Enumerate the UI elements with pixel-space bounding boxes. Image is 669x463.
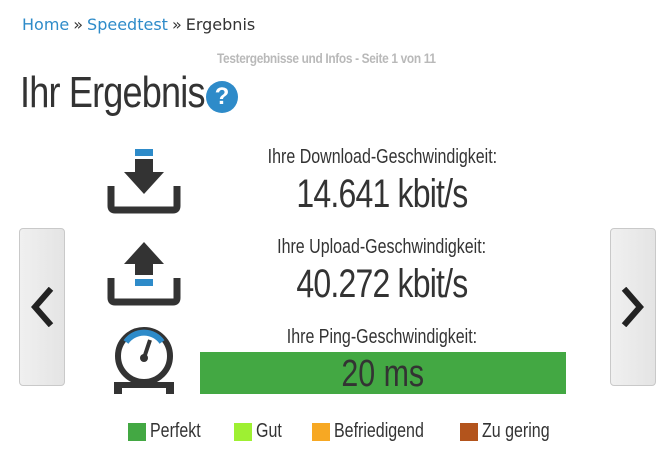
download-value: 14.641 kbit/s — [296, 172, 468, 216]
legend-item: Befriedigend — [312, 420, 454, 443]
ping-value: 20 ms — [341, 353, 425, 395]
legend-label: Perfekt — [150, 420, 201, 442]
upload-label: Ihre Upload-Geschwindigkeit: — [277, 236, 487, 258]
page: Home» Speedtest» Ergebnis Testergebnisse u… — [0, 0, 669, 463]
chevron-left-icon — [31, 287, 54, 327]
upload-icon — [104, 236, 184, 306]
legend-swatch — [312, 422, 330, 441]
gauge-icon — [104, 326, 184, 396]
chevron-right-icon — [621, 287, 644, 327]
previous-page-button[interactable] — [19, 228, 65, 386]
legend-item: Gut — [234, 420, 306, 443]
breadcrumb-current: Ergebnis — [185, 15, 256, 34]
legend-label: Befriedigend — [334, 420, 424, 442]
legend-swatch — [128, 422, 146, 441]
legend-label: Gut — [256, 420, 282, 442]
download-icon — [104, 144, 184, 214]
breadcrumb-separator: » — [171, 15, 182, 34]
ping-result-bar: 20 ms — [200, 352, 566, 395]
legend-item: Zu gering — [460, 420, 582, 443]
title-row: Ihr Ergebnis ? — [20, 68, 238, 118]
breadcrumb-home-link[interactable]: Home — [22, 15, 69, 34]
page-title: Ihr Ergebnis — [20, 68, 206, 117]
ping-label: Ihre Ping-Geschwindigkeit: — [286, 326, 478, 348]
legend: Perfekt Gut Befriedigend Zu gering — [128, 420, 588, 443]
help-icon[interactable]: ? — [206, 81, 238, 113]
breadcrumb-speedtest-link[interactable]: Speedtest — [87, 15, 168, 34]
breadcrumb-separator: » — [73, 15, 84, 34]
download-label: Ihre Download-Geschwindigkeit: — [267, 146, 497, 168]
page-subtitle: Testergebnisse und Infos - Seite 1 von 1… — [217, 50, 436, 66]
legend-label: Zu gering — [482, 420, 550, 442]
breadcrumb: Home» Speedtest» Ergebnis — [22, 15, 255, 34]
upload-value: 40.272 kbit/s — [296, 262, 468, 306]
legend-swatch — [234, 422, 252, 441]
legend-item: Perfekt — [128, 420, 228, 443]
next-page-button[interactable] — [610, 228, 656, 386]
legend-swatch — [460, 422, 478, 441]
